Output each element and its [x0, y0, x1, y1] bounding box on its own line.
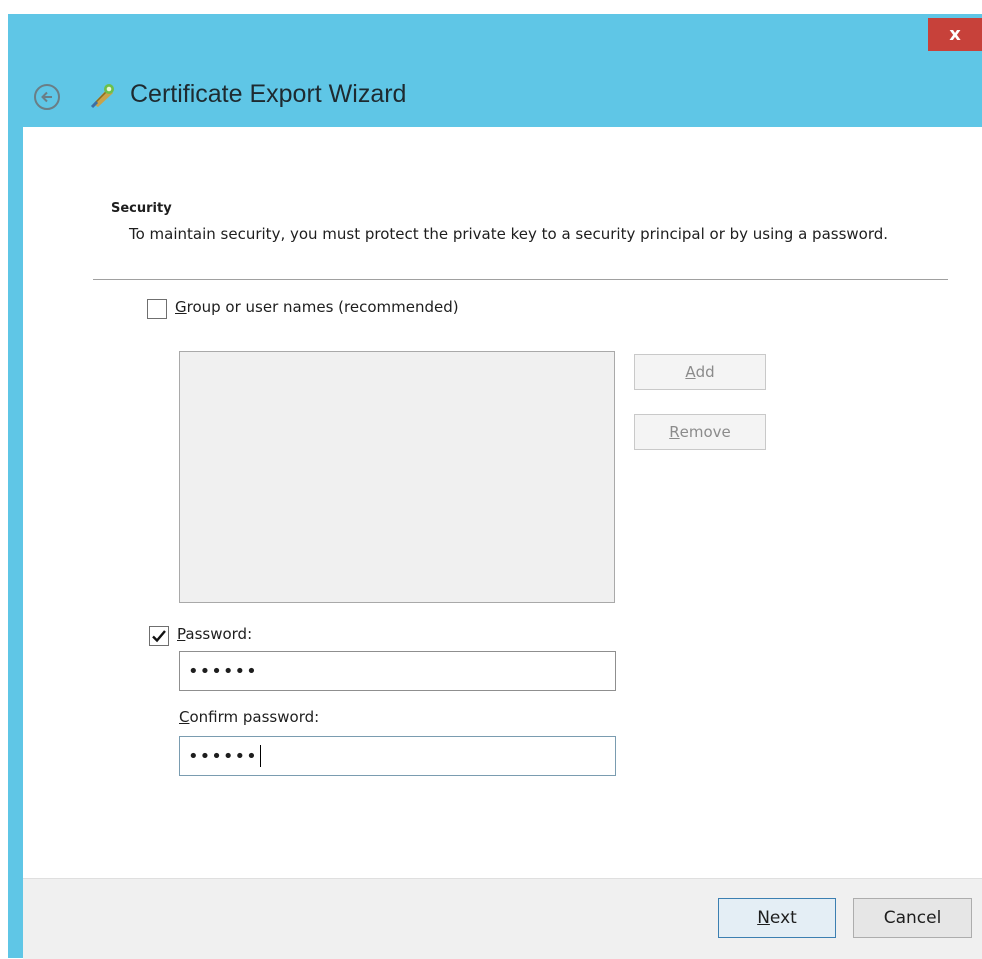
password-checkbox[interactable]: [149, 626, 169, 646]
back-button[interactable]: [34, 84, 60, 110]
certificate-icon: [90, 84, 114, 109]
password-label[interactable]: Password:: [177, 625, 252, 643]
close-icon: x: [949, 24, 961, 45]
wizard-footer: Next Cancel: [23, 878, 982, 959]
password-value: ••••••: [188, 660, 258, 682]
text-caret: [259, 745, 261, 767]
next-button[interactable]: Next: [718, 898, 836, 938]
wizard-content: Security To maintain security, you must …: [23, 127, 982, 959]
password-field[interactable]: ••••••: [179, 651, 616, 691]
section-heading: Security: [111, 201, 172, 216]
group-names-label[interactable]: Group or user names (recommended): [175, 298, 459, 316]
wizard-window: x Certificate Export Wizard Security To …: [8, 14, 982, 959]
add-button[interactable]: Add: [634, 354, 766, 390]
confirm-password-field[interactable]: ••••••: [179, 736, 616, 776]
wizard-title: Certificate Export Wizard: [130, 80, 407, 108]
principal-listbox[interactable]: [179, 351, 615, 603]
remove-button[interactable]: Remove: [634, 414, 766, 450]
title-bar: x Certificate Export Wizard: [8, 14, 982, 126]
cancel-button[interactable]: Cancel: [853, 898, 972, 938]
checkmark-icon: [152, 630, 166, 643]
confirm-password-label: Confirm password:: [179, 708, 320, 726]
section-description: To maintain security, you must protect t…: [129, 225, 889, 243]
group-names-checkbox[interactable]: [147, 299, 167, 319]
header-divider: [93, 279, 948, 280]
confirm-password-value: ••••••: [188, 745, 258, 767]
back-arrow-icon: [41, 91, 52, 103]
close-button[interactable]: x: [928, 18, 982, 51]
